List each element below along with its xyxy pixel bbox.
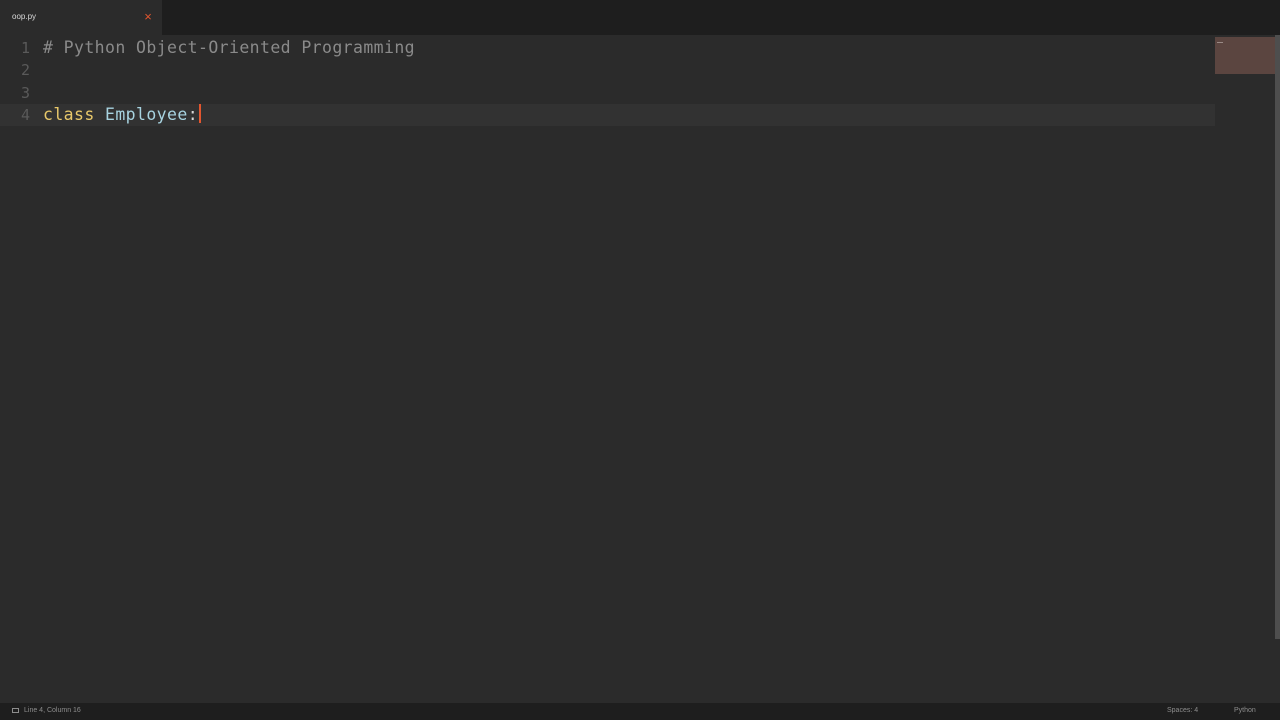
minimap-code-line (1217, 42, 1223, 43)
minimap-viewport[interactable] (1215, 37, 1275, 74)
syntax-selector[interactable]: Python (1234, 707, 1256, 714)
indentation-setting[interactable]: Spaces: 4 (1167, 707, 1198, 714)
code-line-3[interactable]: 3 (0, 82, 1215, 104)
line-number: 3 (20, 84, 30, 102)
code-line-2[interactable]: 2 (0, 59, 1215, 81)
tab-bar: oop.py × (0, 0, 1280, 35)
text-cursor (199, 104, 202, 123)
minimap[interactable] (1215, 35, 1275, 703)
line-number: 1 (20, 39, 30, 57)
comment-text: # Python Object-Oriented Programming (43, 38, 416, 57)
scrollbar-thumb[interactable] (1275, 35, 1280, 639)
colon: : (187, 105, 199, 124)
tab-oop-py[interactable]: oop.py × (0, 0, 162, 35)
class-name: Employee (105, 105, 188, 124)
cursor-position: Line 4, Column 16 (24, 707, 81, 714)
panel-icon[interactable] (12, 708, 19, 713)
line-number: 2 (20, 61, 30, 79)
status-bar: Line 4, Column 16 Spaces: 4 Python (0, 703, 1280, 720)
vertical-scrollbar[interactable] (1275, 35, 1280, 639)
tab-title: oop.py (12, 12, 37, 21)
close-icon[interactable]: × (143, 10, 153, 24)
line-number: 4 (20, 106, 30, 124)
code-text: class Employee: (43, 104, 202, 126)
keyword-class: class (43, 105, 95, 124)
code-line-1[interactable]: 1 # Python Object-Oriented Programming (0, 37, 1215, 59)
code-editor[interactable]: 1 # Python Object-Oriented Programming 2… (0, 35, 1280, 703)
code-line-4[interactable]: 4 class Employee: (0, 104, 1215, 126)
